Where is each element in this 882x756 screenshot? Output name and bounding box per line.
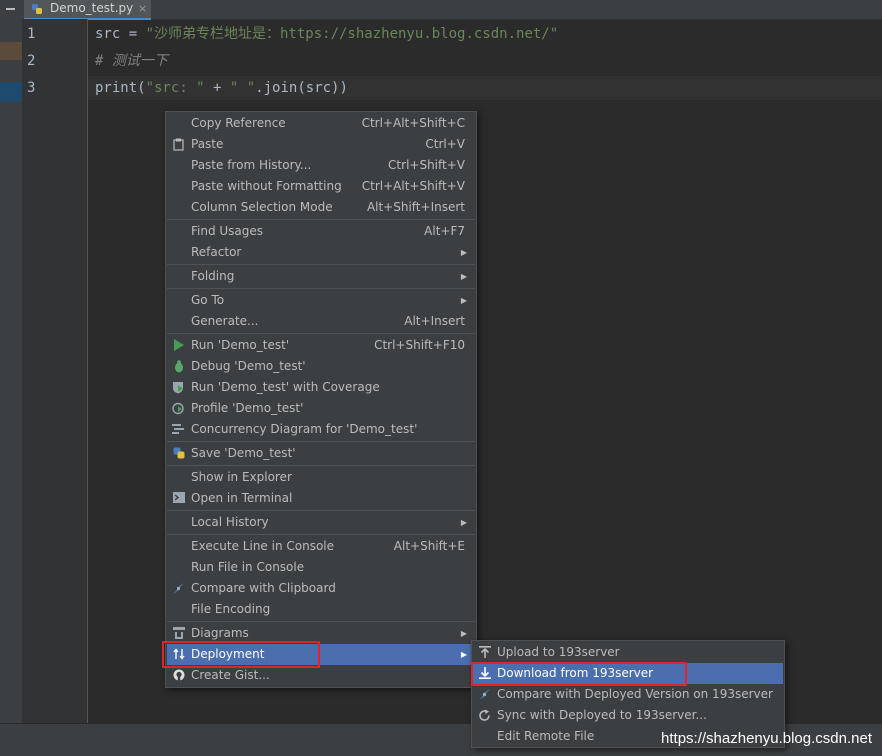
submenu-arrow-icon: ▶ bbox=[460, 272, 467, 281]
menu-item-run-file-in-console[interactable]: Run File in Console bbox=[167, 557, 475, 578]
code-token: print( bbox=[95, 80, 146, 96]
menu-item-paste[interactable]: Paste Ctrl+V bbox=[167, 134, 475, 155]
concurrency-icon bbox=[172, 423, 185, 436]
github-icon bbox=[172, 669, 185, 682]
tab-close-icon[interactable]: × bbox=[138, 0, 147, 17]
profile-icon bbox=[172, 402, 185, 415]
menu-item-compare-with-clipboard[interactable]: Compare with Clipboard bbox=[167, 578, 475, 599]
context-menu: Copy Reference Ctrl+Alt+Shift+C Paste Ctrl… bbox=[165, 111, 477, 688]
clipboard-icon bbox=[172, 138, 185, 151]
menu-separator bbox=[167, 264, 475, 265]
menu-item-create-gist[interactable]: Create Gist... bbox=[167, 665, 475, 686]
menu-item-open-in-terminal[interactable]: Open in Terminal bbox=[167, 488, 475, 509]
menu-separator bbox=[167, 465, 475, 466]
code-line-2[interactable]: # 测试一下 bbox=[95, 49, 168, 73]
code-line-3[interactable]: print("src: " + " ".join(src)) bbox=[95, 76, 348, 100]
line-number: 3 bbox=[27, 80, 36, 96]
menu-item-paste-from-history[interactable]: Paste from History... Ctrl+Shift+V bbox=[167, 155, 475, 176]
submenu-arrow-icon: ▶ bbox=[460, 248, 467, 257]
code-token: .join(src)) bbox=[255, 80, 348, 96]
code-comment: # 测试一下 bbox=[95, 53, 168, 69]
menu-separator bbox=[167, 288, 475, 289]
python-icon bbox=[172, 447, 185, 460]
menu-item-run[interactable]: Run 'Demo_test' Ctrl+Shift+F10 bbox=[167, 335, 475, 356]
code-string: "src: " bbox=[145, 80, 205, 96]
sync-icon bbox=[478, 709, 491, 722]
compare-icon bbox=[172, 582, 185, 595]
code-string: " " bbox=[229, 80, 256, 96]
menu-item-folding[interactable]: Folding ▶ bbox=[167, 266, 475, 287]
code-line-1[interactable]: src = "沙师弟专栏地址是：https://shazhenyu.blog.c… bbox=[95, 22, 558, 46]
menu-separator bbox=[167, 441, 475, 442]
menu-item-show-in-explorer[interactable]: Show in Explorer bbox=[167, 467, 475, 488]
tab-title: Demo_test.py bbox=[50, 1, 134, 15]
menu-item-column-selection-mode[interactable]: Column Selection Mode Alt+Shift+Insert bbox=[167, 197, 475, 218]
code-string: "沙师弟专栏地址是：https://shazhenyu.blog.csdn.ne… bbox=[145, 26, 559, 42]
highlight-box-deployment bbox=[162, 641, 320, 668]
left-tool-strip bbox=[0, 19, 22, 755]
menu-item-find-usages[interactable]: Find Usages Alt+F7 bbox=[167, 221, 475, 242]
diagram-icon bbox=[172, 627, 185, 640]
submenu-arrow-icon: ▶ bbox=[460, 650, 467, 659]
menu-separator bbox=[167, 219, 475, 220]
submenu-arrow-icon: ▶ bbox=[460, 518, 467, 527]
submenu-arrow-icon: ▶ bbox=[460, 629, 467, 638]
menu-separator bbox=[167, 510, 475, 511]
code-token: + bbox=[204, 80, 230, 96]
submenu-item-compare-deployed[interactable]: Compare with Deployed Version on 193serv… bbox=[473, 684, 783, 705]
menu-item-profile[interactable]: Profile 'Demo_test' bbox=[167, 398, 475, 419]
watermark-text: https://shazhenyu.blog.csdn.net bbox=[661, 730, 872, 747]
menu-item-copy-reference[interactable]: Copy Reference Ctrl+Alt+Shift+C bbox=[167, 113, 475, 134]
coverage-icon bbox=[172, 381, 185, 394]
terminal-icon bbox=[172, 492, 185, 505]
submenu-item-sync[interactable]: Sync with Deployed to 193server... bbox=[473, 705, 783, 726]
menu-item-debug[interactable]: Debug 'Demo_test' bbox=[167, 356, 475, 377]
debug-icon bbox=[172, 360, 185, 373]
menu-separator bbox=[167, 534, 475, 535]
menu-item-generate[interactable]: Generate... Alt+Insert bbox=[167, 311, 475, 332]
submenu-item-upload[interactable]: Upload to 193server bbox=[473, 642, 783, 663]
menu-item-file-encoding[interactable]: File Encoding bbox=[167, 599, 475, 620]
code-token: src = bbox=[95, 26, 146, 42]
menu-item-refactor[interactable]: Refactor ▶ bbox=[167, 242, 475, 263]
menu-item-paste-without-formatting[interactable]: Paste without Formatting Ctrl+Alt+Shift+V bbox=[167, 176, 475, 197]
menu-separator bbox=[167, 621, 475, 622]
line-number: 1 bbox=[27, 26, 36, 42]
minimize-icon[interactable] bbox=[0, 0, 22, 19]
highlight-box-download bbox=[471, 662, 687, 686]
line-number: 2 bbox=[27, 53, 36, 69]
selection-marker bbox=[0, 82, 22, 102]
menu-item-save[interactable]: Save 'Demo_test' bbox=[167, 443, 475, 464]
menu-separator bbox=[167, 333, 475, 334]
menu-item-concurrency-diagram[interactable]: Concurrency Diagram for 'Demo_test' bbox=[167, 419, 475, 440]
menu-item-run-with-coverage[interactable]: Run 'Demo_test' with Coverage bbox=[167, 377, 475, 398]
submenu-arrow-icon: ▶ bbox=[460, 296, 467, 305]
python-file-icon bbox=[32, 4, 42, 14]
menu-item-local-history[interactable]: Local History ▶ bbox=[167, 512, 475, 533]
compare-icon bbox=[478, 688, 491, 701]
run-icon bbox=[172, 339, 185, 352]
menu-item-go-to[interactable]: Go To ▶ bbox=[167, 290, 475, 311]
bookmark-marker bbox=[0, 42, 22, 60]
menu-item-execute-line-in-console[interactable]: Execute Line in Console Alt+Shift+E bbox=[167, 536, 475, 557]
editor-gutter bbox=[22, 19, 88, 755]
editor-tab-demo-test[interactable]: Demo_test.py × bbox=[24, 0, 152, 20]
upload-icon bbox=[478, 646, 491, 659]
